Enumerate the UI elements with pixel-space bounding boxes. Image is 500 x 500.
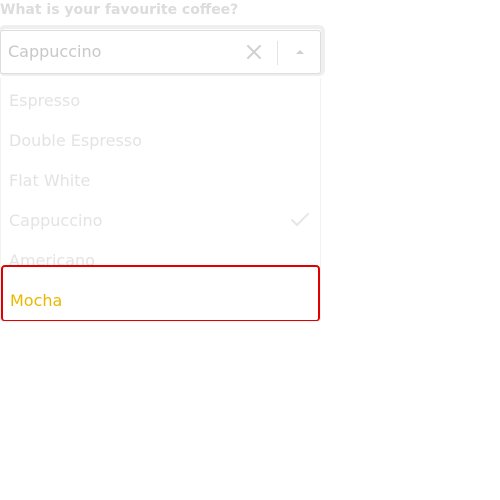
check-icon bbox=[290, 212, 310, 228]
option-flat-white[interactable]: Flat White bbox=[1, 160, 320, 200]
field-label: What is your favourite coffee? bbox=[0, 2, 239, 18]
close-icon[interactable] bbox=[245, 43, 263, 61]
coffee-select-page: What is your favourite coffee? Cappuccin… bbox=[0, 0, 500, 500]
coffee-select[interactable]: Cappuccino bbox=[0, 30, 321, 74]
option-label: Cappuccino bbox=[9, 211, 103, 230]
option-double-espresso[interactable]: Double Espresso bbox=[1, 120, 320, 160]
option-mocha[interactable]: Mocha bbox=[1, 265, 320, 321]
option-label: Mocha bbox=[10, 291, 63, 310]
indicator-separator bbox=[277, 41, 278, 65]
option-label: Double Espresso bbox=[9, 131, 142, 150]
option-label: Espresso bbox=[9, 91, 81, 110]
options-menu: Espresso Double Espresso Flat White Capp… bbox=[0, 78, 321, 322]
option-espresso[interactable]: Espresso bbox=[1, 80, 320, 120]
selected-value: Cappuccino bbox=[8, 42, 102, 61]
option-cappuccino[interactable]: Cappuccino bbox=[1, 200, 320, 240]
option-label: Flat White bbox=[9, 171, 91, 190]
chevron-up-icon[interactable] bbox=[290, 43, 310, 61]
